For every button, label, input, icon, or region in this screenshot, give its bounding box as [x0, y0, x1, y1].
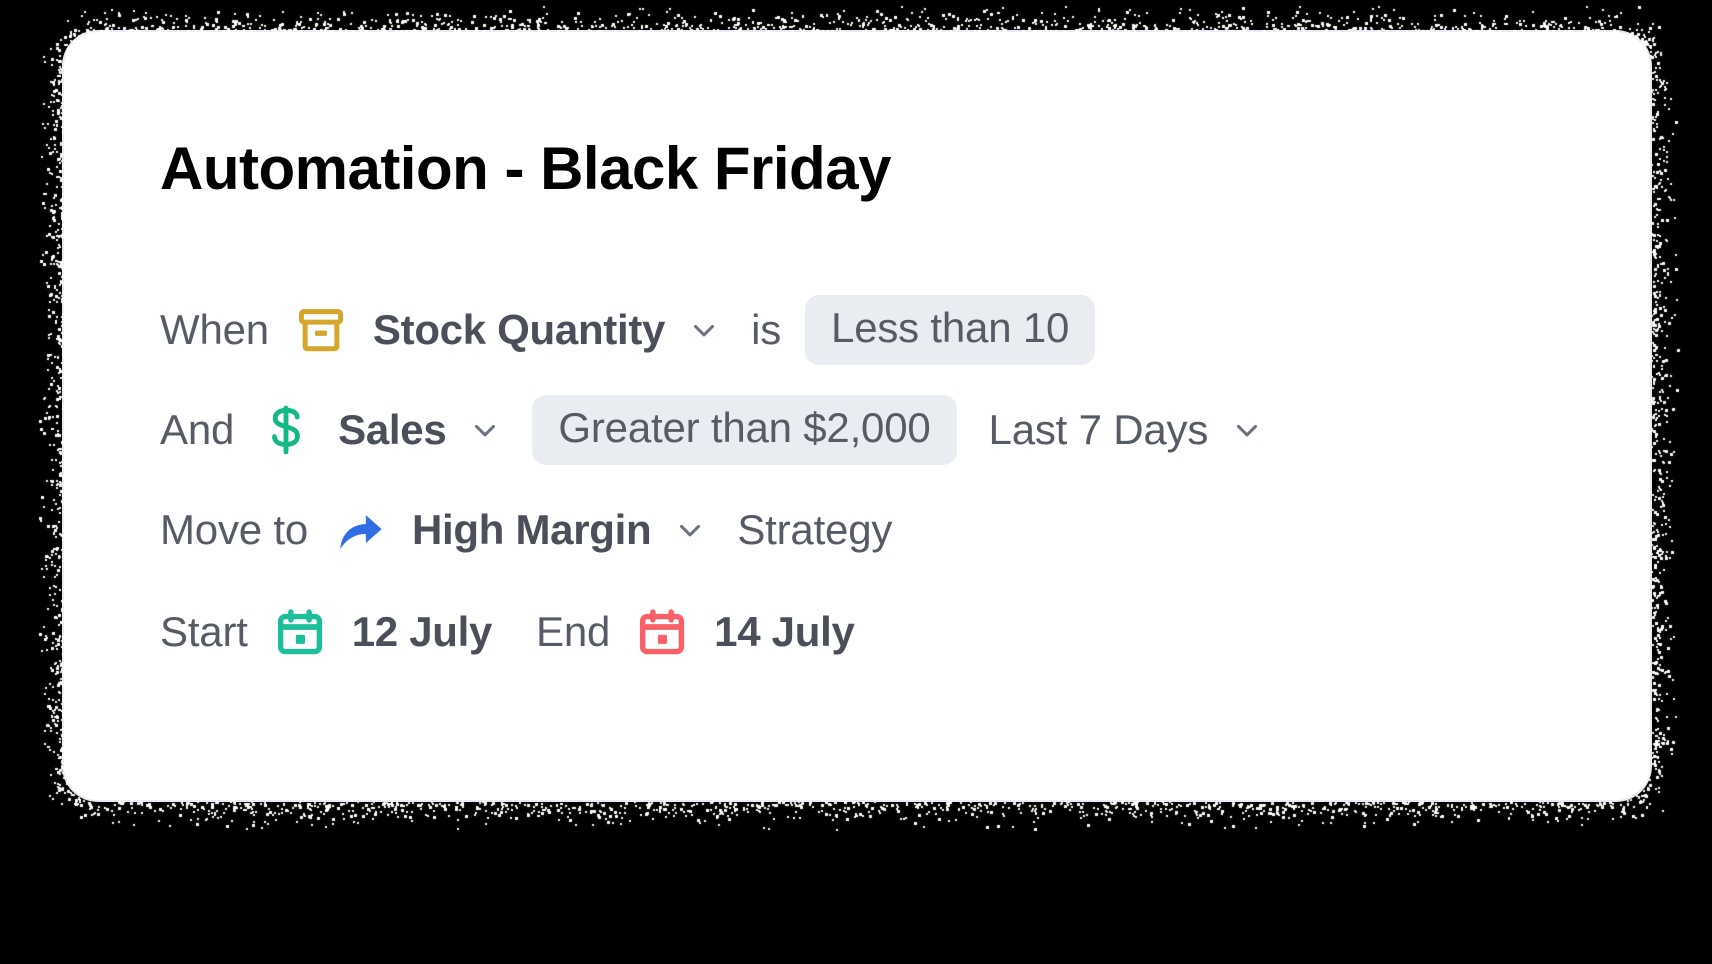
automation-card: Automation - Black Friday When Stock Qua… — [64, 32, 1650, 800]
calendar-end-icon[interactable] — [634, 604, 690, 660]
chevron-down-icon[interactable] — [462, 407, 508, 453]
chevron-down-icon[interactable] — [1224, 407, 1270, 453]
rule-field-high-margin[interactable]: High Margin — [412, 506, 651, 554]
rule-value-pill-less-than-10[interactable]: Less than 10 — [805, 295, 1095, 365]
dollar-icon — [258, 402, 314, 458]
page-title: Automation - Black Friday — [160, 134, 891, 203]
schedule-end-date[interactable]: 14 July — [714, 608, 854, 656]
rule-prefix-and: And — [160, 406, 234, 454]
inventory-box-icon — [293, 302, 349, 358]
rule-prefix-move-to: Move to — [160, 506, 308, 554]
rule-timeframe-last-7-days[interactable]: Last 7 Days — [989, 406, 1209, 454]
schedule-start-label: Start — [160, 608, 248, 656]
rule-suffix-strategy: Strategy — [737, 506, 892, 554]
schedule-row: Start 12 July End 14 July — [160, 580, 1580, 684]
rule-field-sales[interactable]: Sales — [338, 406, 446, 454]
chevron-down-icon[interactable] — [681, 307, 727, 353]
rule-value-pill-greater-than-2000[interactable]: Greater than $2,000 — [532, 395, 956, 465]
rule-list: When Stock Quantity is Less than 10 And … — [160, 280, 1580, 684]
rule-field-stock-quantity[interactable]: Stock Quantity — [373, 306, 665, 354]
rule-row-move-to-high-margin: Move to High Margin Strategy — [160, 480, 1580, 580]
calendar-start-icon[interactable] — [272, 604, 328, 660]
rule-prefix-when: When — [160, 306, 269, 354]
rule-row-when-stock-quantity: When Stock Quantity is Less than 10 — [160, 280, 1580, 380]
rule-operator-is: is — [751, 306, 781, 354]
chevron-down-icon[interactable] — [667, 507, 713, 553]
curved-arrow-icon — [332, 502, 388, 558]
schedule-start-date[interactable]: 12 July — [352, 608, 492, 656]
schedule-end-label: End — [536, 608, 610, 656]
rule-row-and-sales: And Sales Greater than $2,000 Last 7 Day… — [160, 380, 1580, 480]
